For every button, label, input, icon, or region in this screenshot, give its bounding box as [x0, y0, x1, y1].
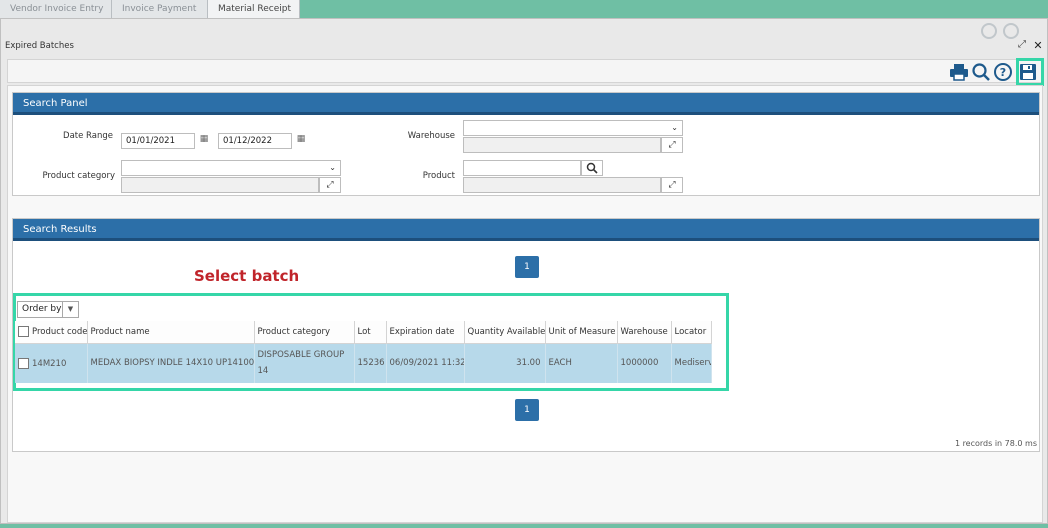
unit-of-measure-cell: EACH — [545, 343, 618, 383]
warehouse-cell: 1000000 — [617, 343, 672, 383]
tab-label: Material Receipt — [218, 4, 292, 14]
product-expand-button[interactable]: ⤢ — [661, 177, 683, 193]
locator-cell: Mediserv — [671, 343, 712, 383]
tab-invoice-payment[interactable]: Invoice Payment✖ — [112, 0, 208, 32]
calendar-icon[interactable]: ▦ — [197, 134, 211, 148]
tab-label: Vendor Invoice Entry — [10, 4, 104, 14]
tab-strip: Vendor Invoice Entry✖ Invoice Payment✖ M… — [0, 0, 1048, 32]
row-checkbox[interactable] — [18, 357, 29, 369]
window-titlebar: Expired Batches ⤢ ✕ — [1, 37, 1047, 57]
product-category-expand-button[interactable]: ⤢ — [319, 177, 341, 193]
product-search-button[interactable] — [581, 160, 603, 176]
tab-strip-background — [300, 0, 1048, 18]
quantity-available-cell: 31.00 — [464, 343, 546, 383]
maximize-icon[interactable]: ⤢ — [1015, 39, 1029, 53]
records-status: 1 records in 78.0 ms — [954, 439, 1037, 448]
warehouse-label: Warehouse — [407, 131, 455, 141]
window-title: Expired Batches — [5, 41, 74, 51]
column-header-warehouse[interactable]: Warehouse — [617, 321, 672, 344]
table-row[interactable]: 14M210 MEDAX BIOPSY INDLE 14X10 UP141000… — [15, 343, 712, 383]
search-panel: Search Panel Date Range 01/01/2021 ▦ 01/… — [12, 92, 1040, 196]
help-icon[interactable]: ? — [992, 61, 1014, 83]
product-display — [463, 177, 661, 193]
product-category-display — [121, 177, 319, 193]
search-results-panel: Search Results Select batch 1 Order by ▼… — [12, 218, 1040, 452]
table-header-row: Product code Product name Product catego… — [15, 321, 712, 344]
warehouse-display — [463, 137, 661, 153]
page-button-bottom[interactable]: 1 — [515, 399, 539, 421]
tab-label: Invoice Payment — [122, 4, 197, 14]
window-content: Search Panel Date Range 01/01/2021 ▦ 01/… — [7, 85, 1043, 523]
product-input[interactable] — [463, 160, 581, 176]
search-icon[interactable] — [970, 61, 992, 83]
column-header-expiration-date[interactable]: Expiration date — [386, 321, 465, 344]
product-category-select[interactable]: ⌄ — [121, 160, 341, 176]
column-header-product-category[interactable]: Product category — [254, 321, 355, 344]
column-header-unit-of-measure[interactable]: Unit of Measure — [545, 321, 618, 344]
product-code-cell: 14M210 — [15, 343, 88, 383]
chevron-down-icon: ⌄ — [329, 163, 336, 172]
order-by-dropdown[interactable]: Order by ▼ — [17, 301, 79, 318]
expired-batches-window: Expired Batches ⤢ ✕ ? Search Panel Date … — [0, 18, 1048, 524]
product-label: Product — [422, 171, 455, 181]
search-icon — [586, 162, 598, 174]
calendar-icon[interactable]: ▦ — [294, 134, 308, 148]
lot-cell: 15236 — [354, 343, 387, 383]
warehouse-select[interactable]: ⌄ — [463, 120, 683, 136]
save-highlight-box — [1016, 58, 1044, 86]
search-panel-header: Search Panel — [13, 93, 1039, 115]
column-header-product-code[interactable]: Product code — [15, 321, 88, 344]
product-name-cell: MEDAX BIOPSY INDLE 14X10 UP1410000 — [87, 343, 255, 383]
product-category-label: Product category — [42, 171, 115, 181]
svg-text:?: ? — [1000, 66, 1006, 79]
date-range-label: Date Range — [63, 131, 113, 141]
column-header-lot[interactable]: Lot — [354, 321, 387, 344]
close-icon[interactable]: ✕ — [1031, 39, 1045, 53]
product-category-cell: DISPOSABLE GROUP 14 — [254, 343, 355, 383]
results-table: Product code Product name Product catego… — [15, 321, 712, 383]
dropdown-arrow-icon: ▼ — [62, 302, 78, 317]
date-to-input[interactable]: 01/12/2022 — [218, 133, 292, 149]
toolbar: ? — [7, 58, 1044, 86]
expiration-date-cell: 06/09/2021 11:32 — [386, 343, 465, 383]
printer-icon[interactable] — [948, 61, 970, 83]
tab-vendor-invoice-entry[interactable]: Vendor Invoice Entry✖ — [0, 0, 112, 32]
select-batch-annotation: Select batch — [194, 267, 300, 285]
order-by-label: Order by — [22, 304, 62, 314]
search-results-header: Search Results — [13, 219, 1039, 241]
warehouse-expand-button[interactable]: ⤢ — [661, 137, 683, 153]
column-header-quantity-available[interactable]: Quantity Available — [464, 321, 546, 344]
column-header-product-name[interactable]: Product name — [87, 321, 255, 344]
date-from-input[interactable]: 01/01/2021 — [121, 133, 195, 149]
page-button-top[interactable]: 1 — [515, 256, 539, 278]
tab-material-receipt[interactable]: Material Receipt✖ — [208, 0, 300, 32]
chevron-down-icon: ⌄ — [671, 123, 678, 132]
select-all-checkbox[interactable] — [18, 326, 29, 338]
column-header-locator[interactable]: Locator — [671, 321, 712, 344]
